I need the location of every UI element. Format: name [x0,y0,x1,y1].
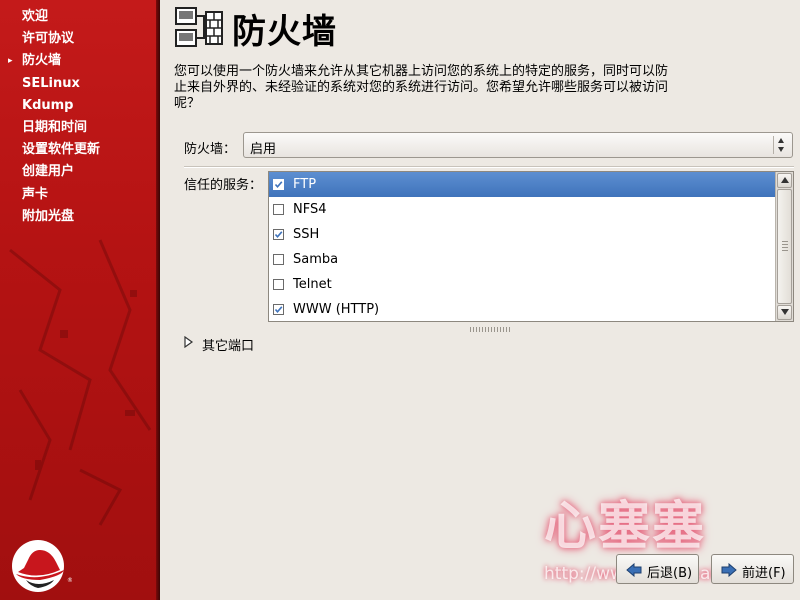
back-button[interactable]: 后退(B) [616,554,699,584]
firewall-select-value: 启用 [250,142,277,157]
service-row[interactable]: WWW (HTTP) [269,297,777,321]
sidebar-item-label: SELinux [22,75,80,91]
sidebar-nav: 欢迎许可协议 ▸ 防火墙 SELinux Kdump 日期和时间设置软件更新 创建用户声卡附… [8,6,100,228]
sidebar-item-label: 日期和时间 [22,119,88,135]
sidebar-item: Kdump [22,95,100,117]
service-checkbox[interactable] [273,254,284,265]
svg-text:®: ® [67,577,72,584]
sidebar-item-label: 许可协议 [22,31,75,47]
sidebar-item-label: 创建用户 [22,164,75,180]
arrow-right-icon [721,563,737,577]
sidebar-item: ▸ 防火墙 [8,50,100,72]
service-row[interactable]: FTP [269,172,777,197]
sidebar-item: SELinux [22,73,100,95]
firewall-network-icon [175,7,223,47]
sidebar-item-label: 声卡 [22,186,49,202]
service-name: FTP [293,177,317,192]
service-name: Samba [293,252,339,267]
page-title: 防火墙 [232,12,337,52]
service-name: Telnet [293,277,332,292]
arrow-down-icon [781,309,789,315]
sidebar-item: 声卡 [22,184,100,206]
installer-window: 欢迎许可协议 ▸ 防火墙 SELinux Kdump 日期和时间设置软件更新 创建用户声卡附… [0,0,800,600]
other-ports-label: 其它端口 [202,339,255,354]
scroll-up-button[interactable] [777,173,792,188]
pane-resize-grip[interactable] [470,327,510,332]
updown-arrows-icon [773,136,788,154]
service-checkbox[interactable] [273,304,284,315]
sidebar-item: 欢迎 [22,6,100,28]
service-checkbox[interactable] [273,229,284,240]
sidebar-item: 许可协议 [22,28,100,50]
sidebar-item: 创建用户 [22,161,100,183]
redhat-logo-icon: ® [12,540,72,592]
checkmark-icon [274,231,283,239]
expander-triangle-icon [184,336,194,348]
arrow-up-icon [781,177,789,183]
current-step-marker-icon: ▸ [8,56,13,67]
service-checkbox[interactable] [273,204,284,215]
service-row[interactable]: Telnet [269,272,777,297]
sidebar-pattern [9,239,152,526]
firewall-label: 防火墙： [184,142,237,157]
sidebar-item-label: 附加光盘 [22,208,75,224]
sidebar-item-label: 欢迎 [22,9,49,24]
trusted-services-label: 信任的服务： [184,178,263,193]
next-button-label: 前进(F) [742,566,786,581]
sidebar-item: 附加光盘 [22,206,100,228]
service-name: WWW (HTTP) [293,302,380,317]
service-checkbox[interactable] [273,279,284,290]
page-description: 您可以使用一个防火墙来允许从其它机器上访问您的系统上的特定的服务，同时可以防止来… [174,64,669,111]
sidebar-edge [156,0,160,600]
service-row[interactable]: SSH [269,222,777,247]
arrow-left-icon [626,563,642,577]
next-button[interactable]: 前进(F) [711,554,794,584]
sidebar-item: 日期和时间 [22,117,100,139]
firewall-select[interactable]: 启用 [243,132,793,158]
service-row[interactable]: NFS4 [269,197,777,222]
watermark-text: 心塞塞 [544,497,707,557]
sidebar-item-label: Kdump [22,97,74,113]
sidebar: 欢迎许可协议 ▸ 防火墙 SELinux Kdump 日期和时间设置软件更新 创建用户声卡附… [0,0,160,600]
scroll-grip [782,241,788,251]
sidebar-item: 设置软件更新 [22,139,100,161]
service-checkbox[interactable] [273,179,284,190]
back-button-label: 后退(B) [647,566,693,581]
service-row[interactable]: Samba [269,247,777,272]
services-scrollbar[interactable] [775,172,793,321]
scroll-thumb[interactable] [777,189,792,304]
service-name: NFS4 [293,202,327,217]
checkmark-icon [274,181,283,189]
checkmark-icon [274,306,283,314]
sidebar-item-label: 设置软件更新 [22,142,101,158]
service-name: SSH [293,227,320,242]
sidebar-item-label: 防火墙 [22,53,62,69]
divider [184,166,794,168]
scroll-down-button[interactable] [777,305,792,320]
trusted-services-list[interactable]: FTP NFS4 SSH Samba Telnet WWW (HTTP) [268,171,794,322]
